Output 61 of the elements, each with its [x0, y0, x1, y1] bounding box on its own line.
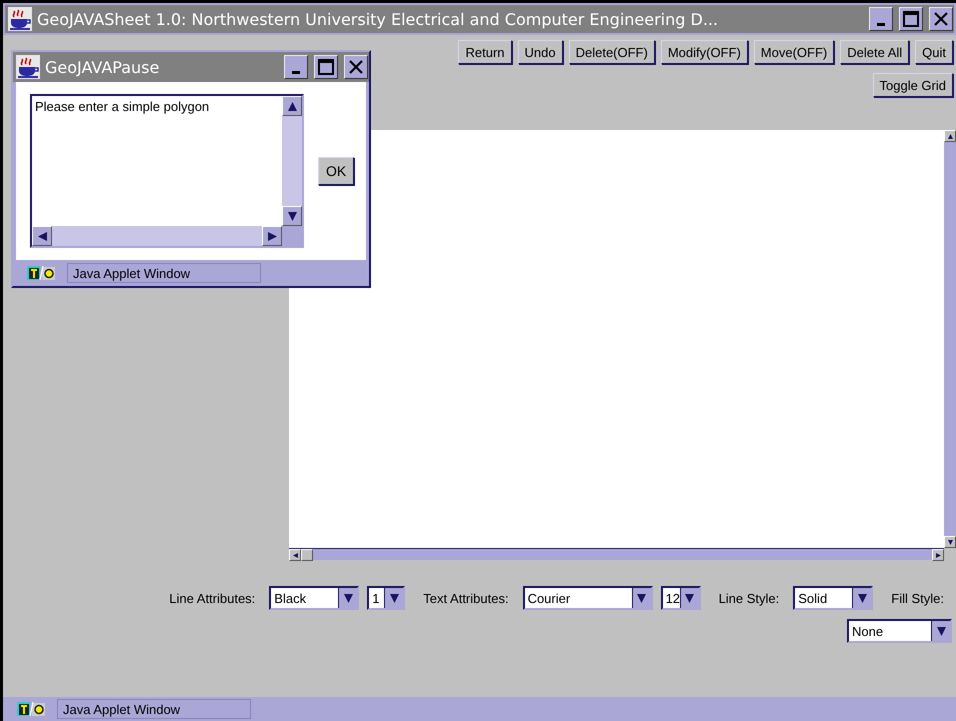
toolbar-button[interactable]: Delete All: [840, 40, 910, 64]
toolbar-button[interactable]: Undo: [518, 40, 563, 64]
dropdown[interactable]: 12: [660, 586, 701, 610]
left-arrow-icon: [292, 552, 298, 558]
caret-icon: [685, 594, 694, 602]
dropdown[interactable]: None: [847, 619, 952, 643]
maximize-icon: [318, 59, 334, 75]
caret-icon: [637, 594, 646, 602]
vertical-scrollbar[interactable]: [282, 96, 302, 226]
message-text-area[interactable]: Please enter a simple polygon: [30, 94, 304, 248]
coffee-cup-icon: [8, 7, 32, 31]
close-icon: [933, 11, 949, 27]
attribute-label: Text Attributes:: [423, 590, 509, 606]
vertical-scrollbar[interactable]: [944, 130, 956, 548]
minimize-icon: [877, 22, 885, 26]
ok-button[interactable]: OK: [318, 157, 354, 185]
maximize-icon: [903, 11, 919, 27]
attribute-label: Line Style:: [718, 590, 780, 606]
horizontal-scrollbar[interactable]: [289, 548, 944, 560]
horizontal-scrollbar[interactable]: [32, 226, 282, 246]
left-arrow-icon: [38, 232, 46, 240]
down-arrow-icon: [948, 540, 952, 544]
down-arrow-icon: [288, 212, 296, 220]
maximize-button[interactable]: [314, 55, 338, 79]
up-arrow-icon: [948, 134, 952, 138]
toggle-grid-button[interactable]: Toggle Grid: [872, 73, 953, 97]
dialog-title: GeoJAVAPause: [45, 58, 160, 76]
message-text: Please enter a simple polygon: [34, 98, 210, 116]
maximize-button[interactable]: [899, 7, 923, 31]
attribute-label: Fill Style:: [891, 590, 944, 606]
dropdown[interactable]: 1: [367, 586, 406, 610]
close-button[interactable]: [344, 55, 368, 79]
caret-icon: [390, 594, 399, 602]
applet-warning-icon: [17, 702, 45, 716]
close-icon: [348, 59, 364, 75]
toolbar-button[interactable]: Return: [458, 40, 512, 64]
applet-warning-icon: [27, 266, 55, 280]
caret-icon: [858, 594, 867, 602]
coffee-cup-icon: [16, 55, 40, 79]
dropdown[interactable]: Courier: [522, 586, 653, 610]
up-arrow-icon: [288, 102, 296, 110]
dropdown[interactable]: Black: [269, 586, 360, 610]
minimize-button[interactable]: [869, 7, 893, 31]
minimize-button[interactable]: [284, 55, 308, 79]
toolbar-button[interactable]: Delete(OFF): [568, 40, 655, 64]
toolbar-button[interactable]: Move(OFF): [754, 40, 834, 64]
attribute-label: Line Attributes:: [169, 590, 256, 606]
scroll-thumb[interactable]: [301, 549, 313, 561]
scrollbar-corner: [282, 226, 302, 246]
right-arrow-icon: [268, 232, 276, 240]
close-button[interactable]: [929, 7, 953, 31]
caret-icon: [344, 594, 353, 602]
status-text: Java Applet Window: [67, 263, 261, 283]
caret-icon: [936, 626, 946, 636]
minimize-icon: [292, 70, 300, 74]
window-title: GeoJAVASheet 1.0: Northwestern University Electrical and Computer Engineering D...: [37, 10, 720, 28]
right-arrow-icon: [936, 552, 940, 558]
toolbar-button[interactable]: Modify(OFF): [660, 40, 748, 64]
dropdown[interactable]: Solid: [793, 586, 874, 610]
toolbar-button[interactable]: Quit: [915, 40, 953, 64]
status-text: Java Applet Window: [57, 699, 251, 719]
